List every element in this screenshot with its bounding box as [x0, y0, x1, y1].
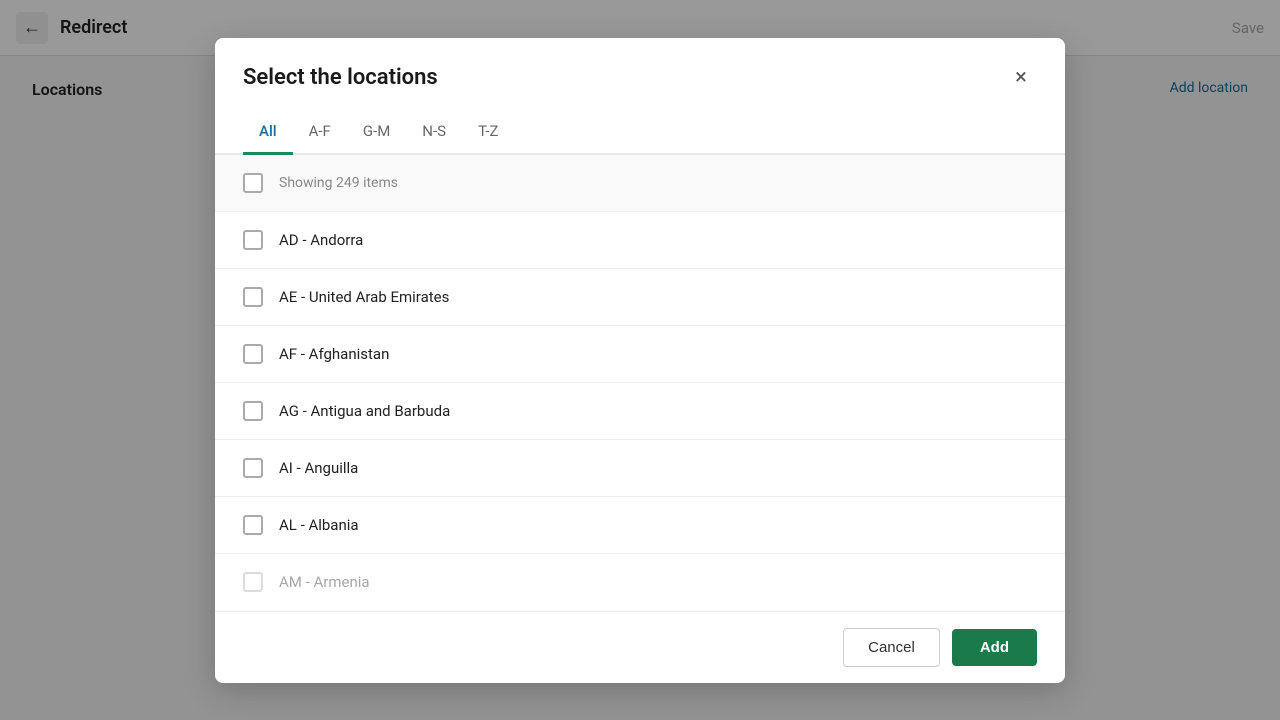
- tab-gm[interactable]: G-M: [347, 110, 406, 155]
- modal-overlay: Select the locations × All A-F G-M N-S T…: [0, 0, 1280, 720]
- item-label-am: AM - Armenia: [279, 573, 370, 591]
- item-label-af: AF - Afghanistan: [279, 345, 389, 363]
- select-locations-dialog: Select the locations × All A-F G-M N-S T…: [215, 38, 1065, 683]
- list-item[interactable]: AF - Afghanistan: [215, 326, 1065, 383]
- tab-tz[interactable]: T-Z: [462, 110, 514, 155]
- list-item[interactable]: AE - United Arab Emirates: [215, 269, 1065, 326]
- dialog-title: Select the locations: [243, 65, 438, 90]
- list-header-row: Showing 249 items: [215, 155, 1065, 212]
- items-count-label: Showing 249 items: [279, 175, 398, 191]
- item-label-ag: AG - Antigua and Barbuda: [279, 402, 450, 420]
- dialog-footer: Cancel Add: [215, 611, 1065, 683]
- checkbox-al[interactable]: [243, 515, 263, 535]
- checkbox-ae[interactable]: [243, 287, 263, 307]
- tab-af[interactable]: A-F: [293, 110, 347, 155]
- dialog-body: Showing 249 items AD - Andorra AE - Unit…: [215, 155, 1065, 611]
- checkbox-am[interactable]: [243, 572, 263, 592]
- item-label-ad: AD - Andorra: [279, 231, 363, 249]
- list-item[interactable]: AL - Albania: [215, 497, 1065, 554]
- list-item[interactable]: AD - Andorra: [215, 212, 1065, 269]
- checkbox-af[interactable]: [243, 344, 263, 364]
- cancel-button[interactable]: Cancel: [843, 628, 940, 667]
- locations-list[interactable]: Showing 249 items AD - Andorra AE - Unit…: [215, 155, 1065, 611]
- tab-ns[interactable]: N-S: [406, 110, 462, 155]
- list-item[interactable]: AG - Antigua and Barbuda: [215, 383, 1065, 440]
- item-label-al: AL - Albania: [279, 516, 359, 534]
- dialog-header: Select the locations ×: [215, 38, 1065, 110]
- item-label-ai: AI - Anguilla: [279, 459, 358, 477]
- checkbox-ai[interactable]: [243, 458, 263, 478]
- tabs-container: All A-F G-M N-S T-Z: [215, 110, 1065, 155]
- checkbox-ad[interactable]: [243, 230, 263, 250]
- checkbox-ag[interactable]: [243, 401, 263, 421]
- close-button[interactable]: ×: [1005, 62, 1037, 94]
- add-button[interactable]: Add: [952, 629, 1037, 666]
- list-item[interactable]: AI - Anguilla: [215, 440, 1065, 497]
- select-all-checkbox[interactable]: [243, 173, 263, 193]
- tab-all[interactable]: All: [243, 110, 293, 155]
- list-item[interactable]: AM - Armenia: [215, 554, 1065, 611]
- item-label-ae: AE - United Arab Emirates: [279, 288, 449, 306]
